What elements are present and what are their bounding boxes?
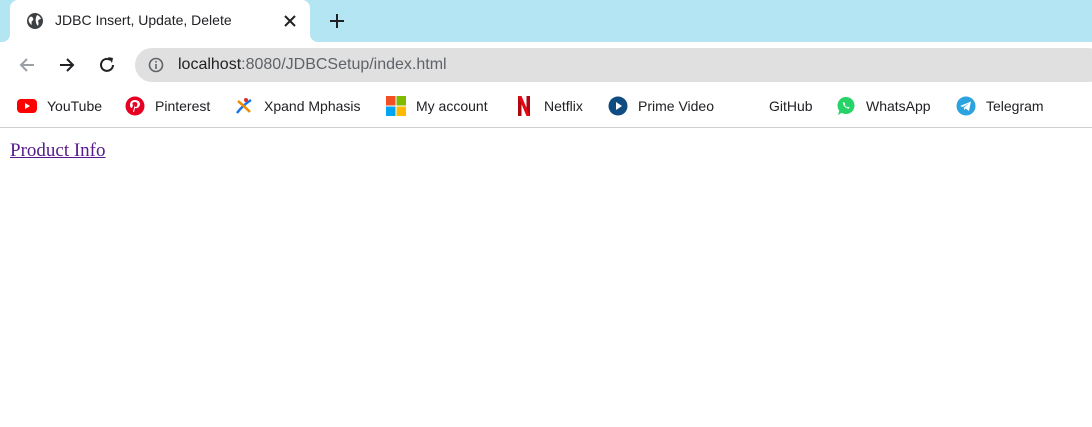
bookmark-label: WhatsApp bbox=[866, 98, 931, 114]
bookmark-label: Pinterest bbox=[155, 98, 211, 114]
bookmark-label: Xpand Mphasis bbox=[264, 98, 361, 114]
arrow-left-icon bbox=[19, 58, 34, 72]
url-host: localhost bbox=[178, 56, 242, 73]
product-info-link[interactable]: Product Info bbox=[10, 140, 106, 162]
bookmark-pinterest[interactable]: Pinterest bbox=[125, 96, 210, 116]
plus-icon bbox=[330, 14, 344, 28]
url-text: localhost:8080/JDBCSetup/index.html bbox=[178, 56, 447, 74]
back-button[interactable] bbox=[15, 53, 39, 77]
bookmark-label: My account bbox=[416, 98, 488, 114]
whatsapp-icon bbox=[836, 96, 856, 116]
bookmark-youtube[interactable]: YouTube bbox=[17, 96, 102, 116]
xpand-icon bbox=[234, 96, 254, 116]
microsoft-icon bbox=[386, 96, 406, 116]
page-content: Product Info bbox=[0, 129, 1092, 427]
bookmark-telegram[interactable]: Telegram bbox=[956, 96, 1044, 116]
netflix-icon bbox=[514, 96, 534, 116]
bookmarks-bar: YouTube Pinterest Xpand Mphasis My accou… bbox=[0, 88, 1092, 128]
tab-curve-left bbox=[2, 34, 10, 42]
tab-title: JDBC Insert, Update, Delete bbox=[55, 12, 232, 28]
bookmark-netflix[interactable]: Netflix bbox=[514, 96, 583, 116]
youtube-icon bbox=[17, 96, 37, 116]
telegram-icon bbox=[956, 96, 976, 116]
bookmark-label: Prime Video bbox=[638, 98, 715, 114]
address-bar[interactable]: localhost:8080/JDBCSetup/index.html bbox=[135, 48, 1092, 82]
close-tab-icon[interactable] bbox=[280, 11, 300, 31]
prime-video-icon bbox=[608, 96, 628, 116]
arrow-right-icon bbox=[60, 58, 75, 72]
bookmark-label: GitHub bbox=[769, 98, 813, 114]
bookmark-label: Telegram bbox=[986, 98, 1044, 114]
bookmark-my-account[interactable]: My account bbox=[386, 96, 488, 116]
new-tab-button[interactable] bbox=[326, 10, 348, 32]
bookmark-prime-video[interactable]: Prime Video bbox=[608, 96, 714, 116]
bookmark-label: Netflix bbox=[544, 98, 583, 114]
github-icon bbox=[739, 96, 759, 116]
browser-toolbar: localhost:8080/JDBCSetup/index.html bbox=[0, 42, 1092, 88]
reload-icon bbox=[100, 57, 114, 72]
pinterest-icon bbox=[125, 96, 145, 116]
globe-icon bbox=[26, 12, 44, 30]
site-info-icon[interactable] bbox=[148, 57, 164, 73]
bookmark-xpand-mphasis[interactable]: Xpand Mphasis bbox=[234, 96, 361, 116]
url-path: :8080/JDBCSetup/index.html bbox=[241, 56, 447, 73]
bookmark-label: YouTube bbox=[47, 98, 103, 114]
tab-curve-right bbox=[310, 34, 318, 42]
tab-strip: JDBC Insert, Update, Delete bbox=[0, 0, 1092, 42]
reload-button[interactable] bbox=[95, 53, 119, 77]
browser-tab[interactable]: JDBC Insert, Update, Delete bbox=[10, 0, 310, 42]
bookmark-whatsapp[interactable]: WhatsApp bbox=[836, 96, 931, 116]
forward-button[interactable] bbox=[55, 53, 79, 77]
bookmark-github[interactable]: GitHub bbox=[739, 96, 813, 116]
